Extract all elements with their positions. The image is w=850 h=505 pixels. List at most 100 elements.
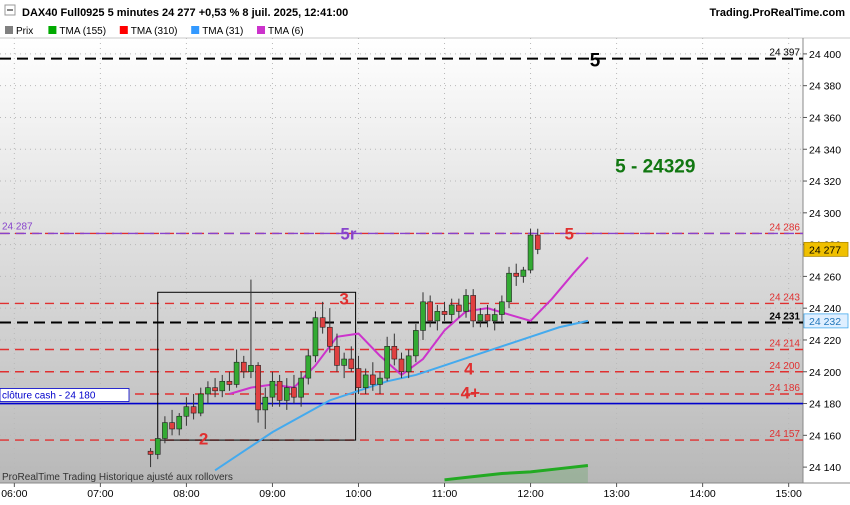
y-tick-label: 24 400: [809, 49, 841, 61]
y-tick-label: 24 240: [809, 303, 841, 315]
candle-body: [520, 269, 527, 277]
candle-body: [183, 406, 190, 417]
legend-item-label[interactable]: TMA (6): [268, 26, 304, 37]
x-tick-label: 09:00: [259, 488, 285, 500]
chart-annotation: 4: [464, 360, 474, 379]
candle-body: [491, 314, 498, 322]
candle-body: [169, 422, 175, 430]
candle-body: [197, 393, 204, 414]
candle-body: [413, 330, 419, 357]
candle-body: [147, 450, 154, 455]
candle-body: [527, 234, 534, 271]
candle-body: [362, 374, 369, 388]
candle-body: [162, 422, 168, 439]
candle-body: [312, 317, 319, 357]
legend-swatch[interactable]: [119, 26, 128, 34]
y-tick-label: 24 200: [809, 367, 841, 379]
candle-body: [499, 301, 505, 315]
legend-swatch[interactable]: [48, 26, 57, 34]
candle-body: [448, 304, 455, 315]
y-tick-label: 24 320: [809, 176, 841, 188]
y-tick-label: 24 340: [809, 144, 841, 156]
y-tick-label: 24 140: [809, 462, 841, 474]
badge-label: 24 277: [809, 244, 841, 256]
y-tick-label: 24 260: [809, 271, 841, 283]
candle-body: [291, 387, 297, 398]
y-tick-label: 24 180: [809, 399, 841, 411]
candle-body: [334, 346, 340, 366]
candle-body: [205, 387, 211, 395]
candle-body: [240, 361, 247, 373]
x-tick-label: 10:00: [345, 488, 371, 500]
legend-item-label[interactable]: TMA (310): [131, 26, 178, 37]
level-value-label: 24 214: [769, 339, 800, 350]
footer-note: ProRealTime Trading Historique ajusté au…: [2, 472, 233, 483]
legend-item-label[interactable]: TMA (31): [202, 26, 243, 37]
x-tick-label: 06:00: [1, 488, 27, 500]
y-tick-label: 24 160: [809, 430, 841, 442]
legend-swatch[interactable]: [5, 26, 13, 34]
x-tick-label: 13:00: [603, 488, 629, 500]
left-level-label: 24 287: [2, 221, 33, 232]
legend-swatch[interactable]: [191, 26, 200, 34]
chart-window: DAX40 Full0925 5 minutes 24 277 +0,53 % …: [0, 0, 850, 500]
candle-body: [463, 295, 469, 312]
candle-body: [233, 361, 240, 385]
candle-body: [513, 272, 520, 277]
candle-body: [391, 346, 398, 360]
candle-body: [341, 358, 347, 366]
time-axis-background: [0, 483, 850, 500]
candle-body: [327, 326, 333, 347]
candle-body: [212, 387, 218, 392]
x-tick-label: 14:00: [689, 488, 715, 500]
collapse-icon[interactable]: [4, 4, 16, 16]
legend-item-label[interactable]: TMA (155): [59, 26, 106, 37]
level-value-label: 24 286: [769, 222, 800, 233]
chart-annotation: 5r: [340, 224, 356, 243]
candle-body: [190, 406, 197, 414]
x-tick-label: 07:00: [87, 488, 113, 500]
candle-body: [477, 314, 484, 322]
candle-body: [370, 374, 376, 385]
chart-annotation: 4+: [461, 383, 480, 402]
left-level-label: clôture cash - 24 180: [2, 391, 96, 402]
x-tick-label: 12:00: [517, 488, 543, 500]
candle-body: [377, 377, 383, 385]
candle-body: [427, 301, 433, 322]
candle-body: [276, 380, 283, 401]
chart-annotation: 5: [565, 224, 574, 243]
y-tick-label: 24 380: [809, 81, 841, 93]
level-value-label: 24 397: [769, 48, 800, 59]
brand-label: Trading.ProRealTime.com: [709, 7, 845, 19]
chart-annotation: 5: [590, 50, 601, 71]
x-tick-label: 08:00: [173, 488, 199, 500]
candle-body: [456, 304, 462, 312]
candle-body: [219, 380, 226, 392]
candle-body: [176, 415, 183, 430]
plot-background: [0, 38, 803, 483]
candle-body: [269, 380, 276, 398]
candle-body: [319, 317, 326, 328]
candle-body: [305, 355, 312, 379]
chart-annotation: 5 - 24329: [615, 157, 695, 178]
level-value-label: 24 157: [769, 429, 800, 440]
candle-body: [298, 377, 304, 398]
legend-item-label[interactable]: Prix: [16, 26, 33, 37]
price-chart[interactable]: DAX40 Full0925 5 minutes 24 277 +0,53 % …: [0, 0, 850, 500]
level-value-label: 24 231: [769, 311, 800, 322]
candle-body: [441, 311, 448, 315]
chart-annotation: 2: [199, 430, 208, 449]
level-value-label: 24 243: [769, 292, 800, 303]
x-tick-label: 15:00: [776, 488, 802, 500]
y-tick-label: 24 220: [809, 335, 841, 347]
level-value-label: 24 200: [769, 361, 800, 372]
candle-body: [355, 368, 362, 388]
candle-body: [405, 355, 412, 373]
chart-annotation: 3: [339, 290, 348, 309]
candle-body: [534, 234, 541, 250]
candle-body: [154, 438, 161, 455]
candle-body: [384, 346, 390, 379]
candle-body: [470, 295, 476, 322]
legend-swatch[interactable]: [257, 26, 265, 34]
x-tick-label: 11:00: [432, 488, 458, 500]
